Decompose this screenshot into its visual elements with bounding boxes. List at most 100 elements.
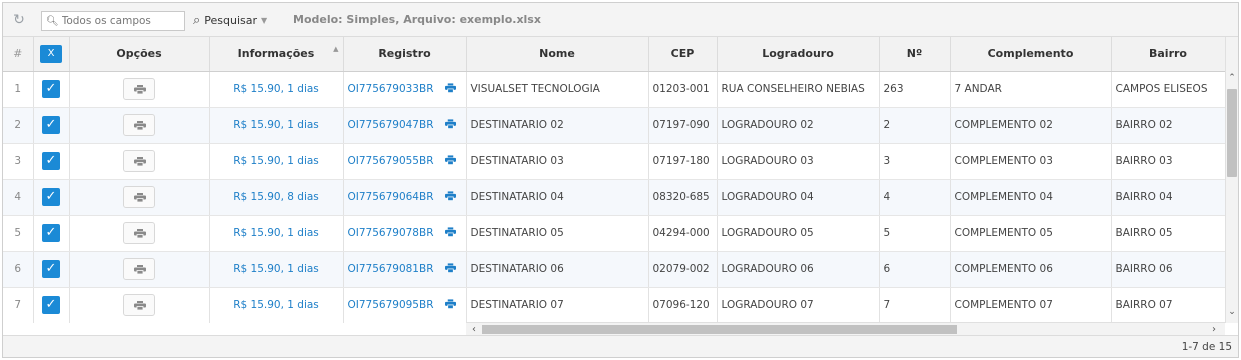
row-checkbox[interactable]: ✓ xyxy=(42,188,60,206)
header-registro[interactable]: Registro xyxy=(343,37,467,72)
printer-icon[interactable] xyxy=(444,227,456,237)
row-checkbox[interactable]: ✓ xyxy=(42,260,60,278)
table-row[interactable]: 2 ✓ R$ 15.90, 1 dias OI775679047BR DESTI… xyxy=(3,107,1225,144)
pager-info: 1-7 de 15 xyxy=(1181,341,1232,353)
horizontal-scrollbar[interactable]: ‹ › xyxy=(466,322,1225,336)
bairro-cell: BAIRRO 05 xyxy=(1111,215,1225,252)
cep-cell: 07197-180 xyxy=(648,143,718,180)
row-checkbox[interactable]: ✓ xyxy=(42,152,60,170)
printer-icon xyxy=(134,121,146,130)
registro-cell: OI775679033BR xyxy=(343,71,467,108)
header-bairro[interactable]: Bairro xyxy=(1111,37,1225,72)
header-cep[interactable]: CEP xyxy=(648,37,718,72)
table-row[interactable]: 4 ✓ R$ 15.90, 8 dias OI775679064BR DESTI… xyxy=(3,179,1225,216)
print-button[interactable] xyxy=(123,78,155,100)
nome-cell: VISUALSET TECNOLOGIA xyxy=(466,71,649,108)
printer-icon[interactable] xyxy=(444,191,456,201)
registro-link[interactable]: OI775679047BR xyxy=(348,119,434,131)
logradouro-cell: LOGRADOURO 02 xyxy=(717,107,880,144)
informacoes-link[interactable]: R$ 15.90, 1 dias xyxy=(209,107,344,144)
row-number: 3 xyxy=(3,143,34,180)
search-button[interactable]: ⌕ Pesquisar ▼ xyxy=(193,12,267,28)
printer-icon xyxy=(134,229,146,238)
checkmark-icon: ✓ xyxy=(45,189,57,204)
printer-icon[interactable] xyxy=(444,299,456,309)
search-box[interactable]: 🔍︎ xyxy=(41,11,185,31)
row-checkbox[interactable]: ✓ xyxy=(42,80,60,98)
registro-cell: OI775679055BR xyxy=(343,143,467,180)
scroll-up-icon[interactable]: ⌃ xyxy=(1226,71,1238,85)
vertical-scrollbar[interactable]: ⌃ ⌄ xyxy=(1225,37,1238,323)
select-all-button[interactable]: X xyxy=(40,44,62,63)
bairro-cell: BAIRRO 02 xyxy=(1111,107,1225,144)
vertical-scroll-thumb[interactable] xyxy=(1227,89,1237,177)
informacoes-link[interactable]: R$ 15.90, 1 dias xyxy=(209,143,344,180)
row-checkbox-cell: ✓ xyxy=(33,107,70,144)
header-complemento[interactable]: Complemento xyxy=(950,37,1112,72)
header-logradouro[interactable]: Logradouro xyxy=(717,37,880,72)
cep-cell: 07096-120 xyxy=(648,287,718,323)
informacoes-link[interactable]: R$ 15.90, 1 dias xyxy=(209,71,344,108)
registro-link[interactable]: OI775679033BR xyxy=(348,83,434,95)
table-row[interactable]: 1 ✓ R$ 15.90, 1 dias OI775679033BR VISUA… xyxy=(3,71,1225,108)
informacoes-link[interactable]: R$ 15.90, 8 dias xyxy=(209,179,344,216)
grid-window: ↻ 🔍︎ ⌕ Pesquisar ▼ Modelo: Simples, Arqu… xyxy=(2,2,1239,358)
informacoes-link[interactable]: R$ 15.90, 1 dias xyxy=(209,251,344,288)
print-button[interactable] xyxy=(123,294,155,316)
registro-link[interactable]: OI775679078BR xyxy=(348,227,434,239)
informacoes-link[interactable]: R$ 15.90, 1 dias xyxy=(209,215,344,252)
printer-icon[interactable] xyxy=(444,119,456,129)
print-button[interactable] xyxy=(123,114,155,136)
complemento-cell: COMPLEMENTO 05 xyxy=(950,215,1112,252)
scroll-down-icon[interactable]: ⌄ xyxy=(1226,305,1238,319)
complemento-cell: COMPLEMENTO 07 xyxy=(950,287,1112,323)
table-row[interactable]: 7 ✓ R$ 15.90, 1 dias OI775679095BR DESTI… xyxy=(3,287,1225,323)
numero-cell: 6 xyxy=(879,251,951,288)
search-icon: 🔍︎ xyxy=(46,15,59,27)
table-row[interactable]: 5 ✓ R$ 15.90, 1 dias OI775679078BR DESTI… xyxy=(3,215,1225,252)
print-button[interactable] xyxy=(123,258,155,280)
header-opcoes[interactable]: Opções xyxy=(69,37,210,72)
cep-cell: 02079-002 xyxy=(648,251,718,288)
nome-cell: DESTINATARIO 05 xyxy=(466,215,649,252)
search-icon: ⌕ xyxy=(193,12,201,28)
nome-cell: DESTINATARIO 07 xyxy=(466,287,649,323)
printer-icon[interactable] xyxy=(444,263,456,273)
informacoes-link[interactable]: R$ 15.90, 1 dias xyxy=(209,287,344,323)
printer-icon[interactable] xyxy=(444,83,456,93)
header-numero[interactable]: Nº xyxy=(879,37,951,72)
options-cell xyxy=(69,71,210,108)
table-row[interactable]: 3 ✓ R$ 15.90, 1 dias OI775679055BR DESTI… xyxy=(3,143,1225,180)
options-cell xyxy=(69,107,210,144)
print-button[interactable] xyxy=(123,150,155,172)
printer-icon xyxy=(134,85,146,94)
cep-cell: 08320-685 xyxy=(648,179,718,216)
search-input[interactable] xyxy=(61,15,180,27)
checkmark-icon: ✓ xyxy=(45,261,57,276)
registro-link[interactable]: OI775679081BR xyxy=(348,263,434,275)
logradouro-cell: LOGRADOURO 05 xyxy=(717,215,880,252)
row-checkbox[interactable]: ✓ xyxy=(42,224,60,242)
registro-link[interactable]: OI775679095BR xyxy=(348,299,434,311)
horizontal-scroll-thumb[interactable] xyxy=(482,325,957,334)
options-cell xyxy=(69,251,210,288)
options-cell xyxy=(69,143,210,180)
print-button[interactable] xyxy=(123,222,155,244)
cep-cell: 07197-090 xyxy=(648,107,718,144)
row-checkbox[interactable]: ✓ xyxy=(42,296,60,314)
row-checkbox[interactable]: ✓ xyxy=(42,116,60,134)
registro-link[interactable]: OI775679055BR xyxy=(348,155,434,167)
row-checkbox-cell: ✓ xyxy=(33,143,70,180)
search-button-label: Pesquisar xyxy=(204,13,258,27)
complemento-cell: COMPLEMENTO 06 xyxy=(950,251,1112,288)
printer-icon xyxy=(134,193,146,202)
header-nome[interactable]: Nome xyxy=(466,37,649,72)
refresh-icon[interactable]: ↻ xyxy=(11,12,27,28)
print-button[interactable] xyxy=(123,186,155,208)
logradouro-cell: LOGRADOURO 06 xyxy=(717,251,880,288)
bairro-cell: BAIRRO 07 xyxy=(1111,287,1225,323)
header-informacoes[interactable]: Informações ▲ xyxy=(209,37,344,72)
printer-icon[interactable] xyxy=(444,155,456,165)
registro-link[interactable]: OI775679064BR xyxy=(348,191,434,203)
table-row[interactable]: 6 ✓ R$ 15.90, 1 dias OI775679081BR DESTI… xyxy=(3,251,1225,288)
